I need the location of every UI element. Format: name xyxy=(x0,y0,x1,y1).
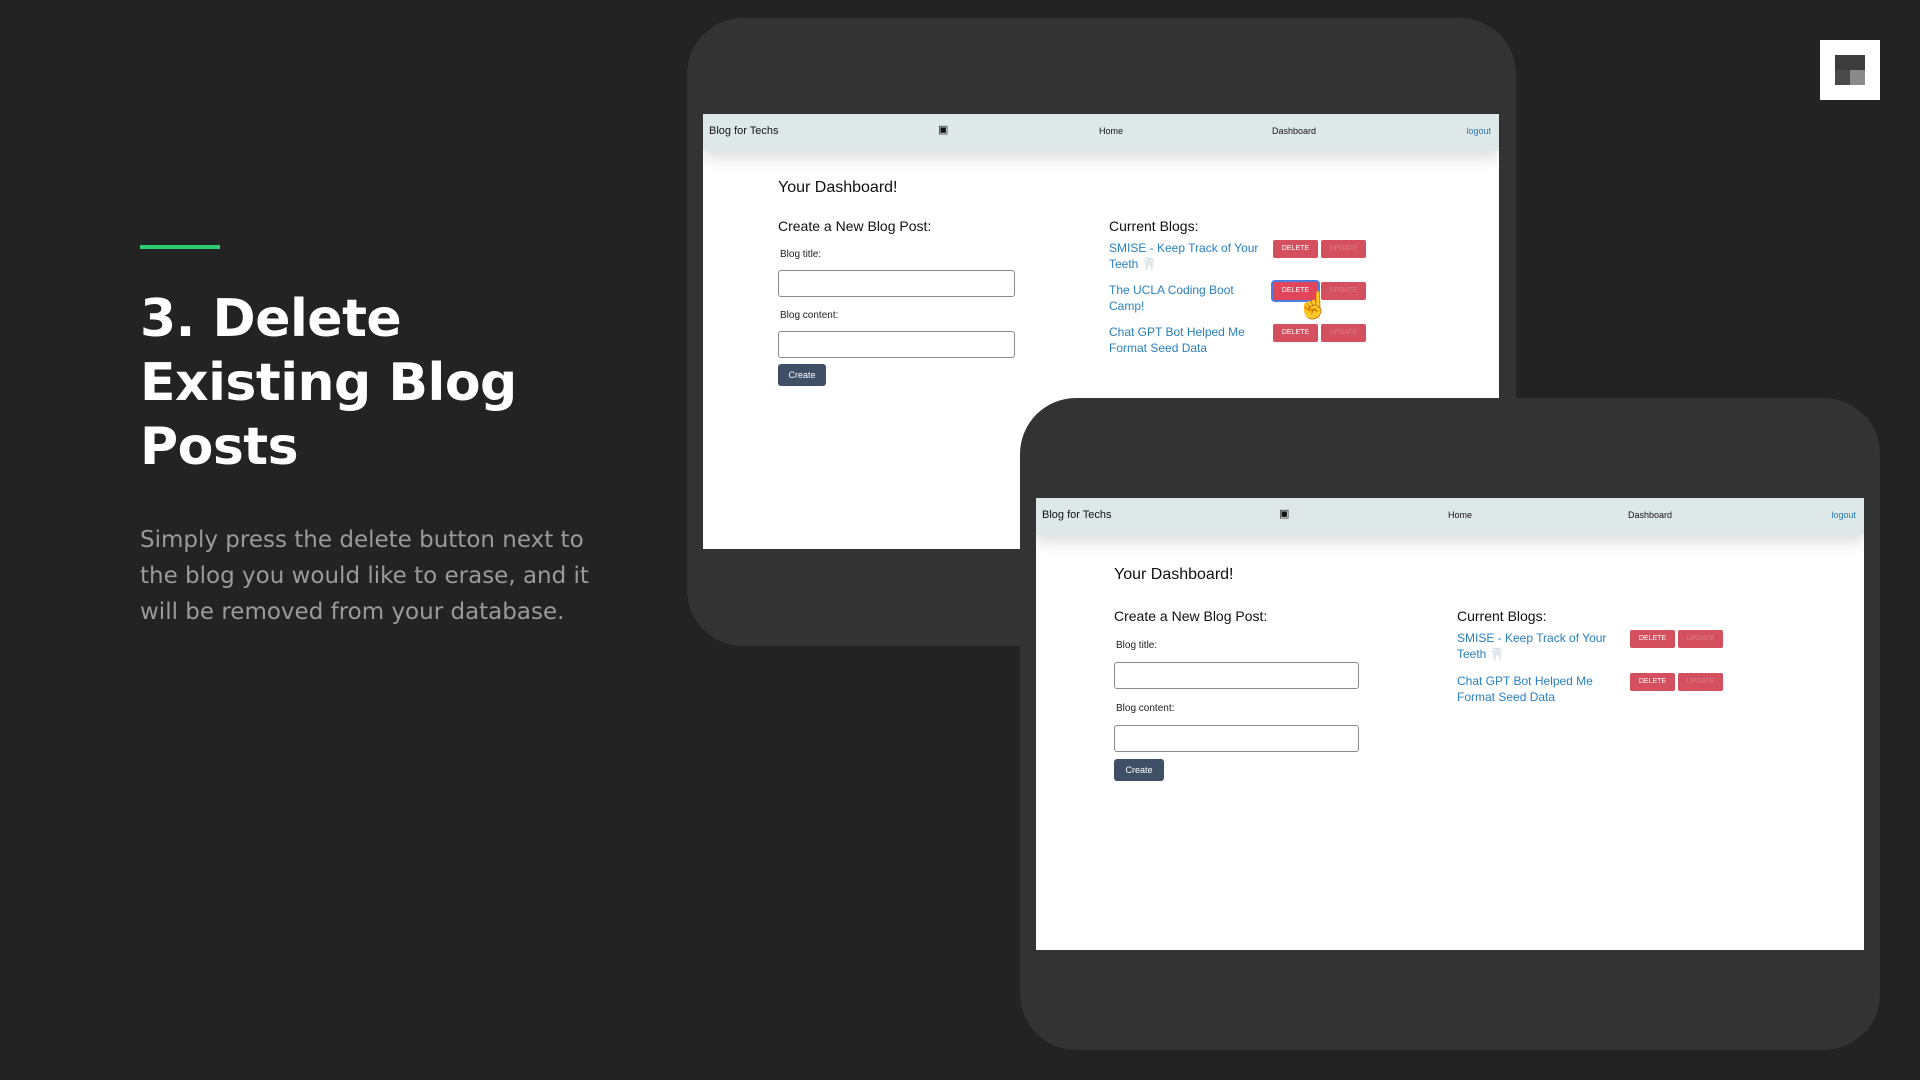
blog-link[interactable]: Chat GPT Bot Helped Me Format Seed Data xyxy=(1109,324,1259,356)
logout-link[interactable]: logout xyxy=(1831,510,1856,520)
create-heading: Create a New Blog Post: xyxy=(1114,608,1268,624)
accent-bar xyxy=(140,245,220,249)
delete-button[interactable]: DELETE xyxy=(1273,240,1318,258)
nav-dashboard-link[interactable]: Dashboard xyxy=(1272,126,1316,136)
blog-content-label: Blog content: xyxy=(780,310,839,321)
hand-pointer-icon: ☝ xyxy=(1297,290,1330,320)
blog-link[interactable]: Chat GPT Bot Helped Me Format Seed Data xyxy=(1457,673,1607,705)
dashboard-title: Your Dashboard! xyxy=(1114,566,1234,583)
blog-link[interactable]: SMISE - Keep Track of Your Teeth 🦷 xyxy=(1109,240,1259,272)
logout-link[interactable]: logout xyxy=(1466,126,1491,136)
current-blogs-heading: Current Blogs: xyxy=(1457,608,1547,624)
create-button[interactable]: Create xyxy=(1114,759,1164,781)
slide-description: Simply press the delete button next to t… xyxy=(140,527,589,625)
blog-content-input[interactable] xyxy=(1114,725,1359,752)
update-button[interactable]: UPDATE xyxy=(1678,630,1723,648)
update-button[interactable]: UPDATE xyxy=(1321,240,1366,258)
delete-button[interactable]: DELETE xyxy=(1273,324,1318,342)
nav-home-link[interactable]: Home xyxy=(1448,510,1472,520)
dashboard-title: Your Dashboard! xyxy=(778,179,898,196)
navbar: Blog for Techs ▣ Home Dashboard logout xyxy=(1036,498,1864,535)
update-button[interactable]: UPDATE xyxy=(1678,673,1723,691)
screen-after: Blog for Techs ▣ Home Dashboard logout Y… xyxy=(1036,498,1864,950)
chat-bubbles-icon: ▣ xyxy=(1279,508,1290,520)
nav-dashboard-link[interactable]: Dashboard xyxy=(1628,510,1672,520)
blog-title-input[interactable] xyxy=(1114,662,1359,689)
blog-link[interactable]: SMISE - Keep Track of Your Teeth 🦷 xyxy=(1457,630,1607,662)
slide-heading: 3. Delete Existing Blog Posts xyxy=(140,289,517,477)
current-blogs-heading: Current Blogs: xyxy=(1109,218,1199,234)
navbar: Blog for Techs ▣ Home Dashboard logout xyxy=(703,114,1499,151)
brand-link[interactable]: Blog for Techs xyxy=(1042,509,1112,521)
blog-title-label: Blog title: xyxy=(1116,640,1158,651)
delete-button[interactable]: DELETE xyxy=(1630,630,1675,648)
nav-home-link[interactable]: Home xyxy=(1099,126,1123,136)
blog-title-label: Blog title: xyxy=(780,249,822,260)
blog-content-input[interactable] xyxy=(778,331,1015,358)
square-grid-logo-icon xyxy=(1820,40,1880,100)
blog-content-label: Blog content: xyxy=(1116,703,1175,714)
blog-link[interactable]: The UCLA Coding Boot Camp! xyxy=(1109,282,1259,314)
brand-link[interactable]: Blog for Techs xyxy=(709,125,779,137)
create-button[interactable]: Create xyxy=(778,364,826,386)
chat-bubbles-icon: ▣ xyxy=(938,124,949,136)
delete-button[interactable]: DELETE xyxy=(1630,673,1675,691)
update-button[interactable]: UPDATE xyxy=(1321,324,1366,342)
create-heading: Create a New Blog Post: xyxy=(778,218,932,234)
blog-title-input[interactable] xyxy=(778,270,1015,297)
